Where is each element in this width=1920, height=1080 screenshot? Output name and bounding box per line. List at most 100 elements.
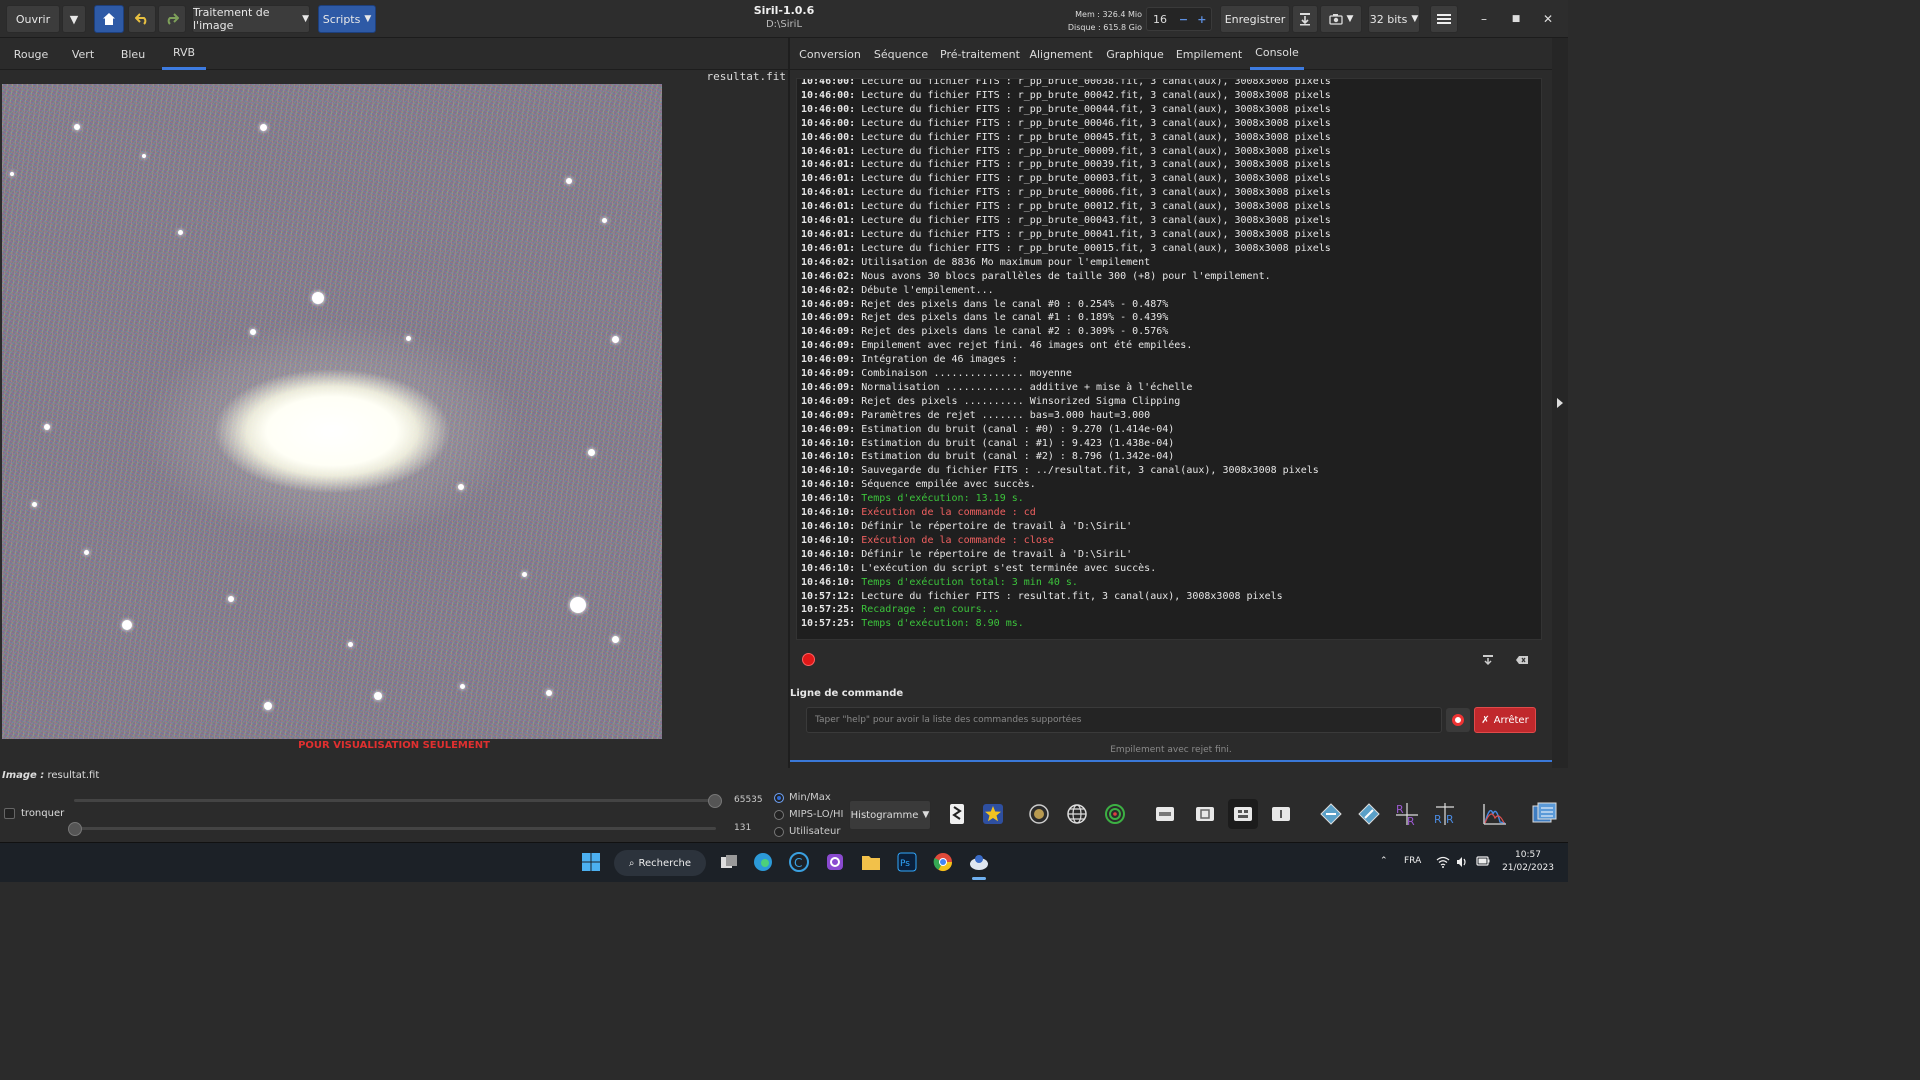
truncate-checkbox[interactable]: tronquer bbox=[4, 808, 64, 819]
stats-tool[interactable] bbox=[1530, 799, 1560, 829]
tab-green[interactable]: Vert bbox=[64, 38, 102, 70]
photometry-tool[interactable] bbox=[1024, 799, 1054, 829]
threads-value[interactable]: 16 bbox=[1147, 13, 1174, 26]
mirror-y-tool[interactable]: RR bbox=[1430, 799, 1460, 829]
mirror-x-tool[interactable]: RR bbox=[1392, 799, 1422, 829]
start-button[interactable] bbox=[580, 851, 602, 873]
log-record-indicator[interactable] bbox=[802, 653, 815, 666]
low-slider-knob[interactable] bbox=[68, 822, 82, 836]
expand-arrow-icon[interactable] bbox=[1557, 398, 1563, 408]
language-indicator[interactable]: FRA bbox=[1404, 856, 1421, 866]
save-button[interactable]: Enregistrer bbox=[1220, 5, 1290, 33]
console-log[interactable]: 10:46:00: Lecture du fichier FITS : r_pp… bbox=[796, 78, 1542, 640]
taskview-button[interactable] bbox=[718, 851, 740, 873]
log-timestamp: 10:46:01: bbox=[801, 173, 862, 185]
tab-conversion[interactable]: Conversion bbox=[798, 38, 862, 70]
edge-button[interactable] bbox=[752, 851, 774, 873]
save-log-button[interactable] bbox=[1480, 653, 1496, 667]
high-slider-track[interactable] bbox=[74, 799, 716, 802]
bitdepth-menu[interactable]: 32 bits ▼ bbox=[1368, 5, 1420, 33]
star-tool[interactable] bbox=[978, 799, 1008, 829]
toggle-tool-1[interactable] bbox=[1150, 799, 1180, 829]
star bbox=[460, 684, 465, 689]
tab-sequence[interactable]: Séquence bbox=[872, 38, 930, 70]
mode-user[interactable]: Utilisateur bbox=[774, 823, 844, 840]
log-timestamp: 10:57:25: bbox=[801, 618, 862, 630]
log-line: 10:46:01: Lecture du fichier FITS : r_pp… bbox=[801, 158, 1537, 172]
photoshop-button[interactable]: Ps bbox=[896, 851, 918, 873]
stop-button[interactable]: ✗ Arrêter bbox=[1474, 707, 1536, 733]
taskbar-search[interactable]: ⌕ Recherche bbox=[614, 850, 706, 876]
mode-mips[interactable]: MIPS-LO/HI bbox=[774, 806, 844, 823]
command-help-button[interactable] bbox=[1446, 708, 1470, 732]
log-timestamp: 10:46:00: bbox=[801, 89, 862, 101]
panel-divider[interactable] bbox=[788, 38, 790, 768]
threads-spinner[interactable]: 16 − + bbox=[1146, 7, 1212, 31]
taskbar-clock[interactable]: 10:57 21/02/2023 bbox=[1496, 849, 1560, 875]
histogram-tool[interactable] bbox=[1480, 799, 1510, 829]
star bbox=[602, 218, 607, 223]
chevron-down-icon: ▼ bbox=[364, 14, 372, 24]
image-processing-menu[interactable]: Traitement de l'image ▼ bbox=[192, 5, 310, 33]
redo-button[interactable] bbox=[158, 5, 186, 33]
save-as-button[interactable] bbox=[1292, 5, 1318, 33]
mode-minmax[interactable]: Min/Max bbox=[774, 789, 844, 806]
astro-image[interactable] bbox=[2, 84, 662, 739]
low-slider-track[interactable] bbox=[74, 827, 716, 830]
radio-button[interactable] bbox=[774, 809, 784, 820]
rotate-right-tool[interactable] bbox=[1354, 799, 1384, 829]
maximize-button[interactable]: ■ bbox=[1500, 6, 1532, 32]
display-stretch-select[interactable]: Histogramme ▼ bbox=[849, 800, 931, 830]
command-input[interactable]: Taper "help" pour avoir la liste des com… bbox=[806, 707, 1442, 733]
tab-plot[interactable]: Graphique bbox=[1102, 38, 1168, 70]
right-panel-tabs: Conversion Séquence Pré-traitement Align… bbox=[790, 38, 1552, 70]
rotate-left-tool[interactable] bbox=[1316, 799, 1346, 829]
checkbox-box[interactable] bbox=[4, 808, 15, 819]
tab-red[interactable]: Rouge bbox=[8, 38, 54, 70]
image-viewer[interactable]: resultat.fit POUR VISUALISATION SEULEMEN… bbox=[0, 70, 788, 768]
minimize-button[interactable]: – bbox=[1468, 6, 1500, 32]
log-timestamp: 10:46:10: bbox=[801, 562, 862, 574]
decrement-icon[interactable]: − bbox=[1174, 13, 1192, 26]
chrome-button[interactable] bbox=[932, 851, 954, 873]
open-recent-dropdown[interactable]: ▼ bbox=[62, 5, 86, 33]
log-line: 10:46:09: Rejet des pixels .......... Wi… bbox=[801, 395, 1537, 409]
high-slider-knob[interactable] bbox=[708, 794, 722, 808]
toggle-tool-4[interactable] bbox=[1266, 799, 1296, 829]
astrometry-tool[interactable] bbox=[1062, 799, 1092, 829]
tab-rgb[interactable]: RVB bbox=[162, 38, 206, 70]
star bbox=[250, 329, 256, 335]
tab-preprocessing[interactable]: Pré-traitement bbox=[940, 38, 1020, 70]
tab-registration[interactable]: Alignement bbox=[1029, 38, 1092, 70]
tray-chevron[interactable]: ⌃ bbox=[1380, 856, 1388, 866]
tab-stacking[interactable]: Empilement bbox=[1176, 38, 1242, 70]
file-explorer-button[interactable] bbox=[860, 851, 882, 873]
volume-icon[interactable] bbox=[1456, 856, 1468, 871]
toggle-tool-3[interactable] bbox=[1228, 799, 1258, 829]
main-menu-button[interactable] bbox=[1430, 5, 1458, 33]
toggle-tool-2[interactable] bbox=[1190, 799, 1220, 829]
radio-button[interactable] bbox=[774, 826, 784, 837]
wifi-icon[interactable] bbox=[1436, 856, 1450, 871]
app-c-button[interactable]: C bbox=[788, 851, 810, 873]
app-camera-button[interactable] bbox=[824, 851, 846, 873]
tab-blue[interactable]: Bleu bbox=[112, 38, 154, 70]
target-tool[interactable] bbox=[1100, 799, 1130, 829]
scripts-menu[interactable]: Scripts ▼ bbox=[318, 5, 376, 33]
log-line: 10:46:09: Rejet des pixels dans le canal… bbox=[801, 298, 1537, 312]
snapshot-button[interactable]: ▼ bbox=[1320, 5, 1362, 33]
log-timestamp: 10:46:10: bbox=[801, 521, 862, 532]
log-message: Exécution de la commande : cd bbox=[861, 507, 1036, 519]
battery-icon[interactable] bbox=[1476, 856, 1490, 869]
increment-icon[interactable]: + bbox=[1193, 13, 1211, 26]
close-button[interactable]: ✕ bbox=[1532, 6, 1564, 32]
siril-taskbar-button[interactable] bbox=[968, 851, 990, 873]
radio-button[interactable] bbox=[774, 792, 784, 803]
clear-log-button[interactable] bbox=[1514, 653, 1530, 667]
undo-button[interactable] bbox=[128, 5, 156, 33]
open-button[interactable]: Ouvrir bbox=[6, 5, 60, 33]
mode-label: MIPS-LO/HI bbox=[789, 809, 844, 820]
home-button[interactable] bbox=[94, 5, 124, 33]
auto-stretch-tool[interactable] bbox=[942, 799, 972, 829]
tab-console[interactable]: Console bbox=[1250, 38, 1304, 70]
